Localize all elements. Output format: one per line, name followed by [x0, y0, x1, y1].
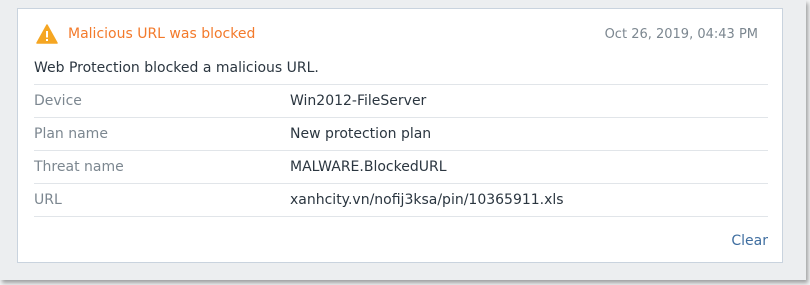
- alert-title: Malicious URL was blocked: [68, 26, 256, 42]
- detail-value: xanhcity.vn/nofij3ksa/pin/10365911.xls: [290, 192, 564, 208]
- alert-timestamp: Oct 26, 2019, 04:43 PM: [604, 26, 758, 42]
- alert-details-table: Device Win2012-FileServer Plan name New …: [34, 84, 768, 217]
- detail-row-plan-name: Plan name New protection plan: [34, 117, 768, 150]
- clear-link[interactable]: Clear: [731, 233, 768, 249]
- detail-label: Device: [34, 93, 82, 109]
- detail-value: New protection plan: [290, 126, 432, 142]
- window-frame: Malicious URL was blocked Oct 26, 2019, …: [0, 0, 806, 280]
- alert-title-group: Malicious URL was blocked: [36, 24, 255, 44]
- alert-message: Web Protection blocked a malicious URL.: [34, 60, 319, 76]
- detail-label: URL: [34, 192, 62, 208]
- detail-row-device: Device Win2012-FileServer: [34, 84, 768, 117]
- detail-value: Win2012-FileServer: [290, 93, 427, 109]
- detail-label: Threat name: [34, 159, 124, 175]
- detail-row-url: URL xanhcity.vn/nofij3ksa/pin/10365911.x…: [34, 183, 768, 217]
- detail-row-threat-name: Threat name MALWARE.BlockedURL: [34, 150, 768, 183]
- warning-triangle-icon: [36, 24, 58, 44]
- detail-value: MALWARE.BlockedURL: [290, 159, 447, 175]
- alert-header: Malicious URL was blocked Oct 26, 2019, …: [36, 23, 758, 45]
- alert-card: Malicious URL was blocked Oct 26, 2019, …: [17, 8, 783, 263]
- detail-label: Plan name: [34, 126, 108, 142]
